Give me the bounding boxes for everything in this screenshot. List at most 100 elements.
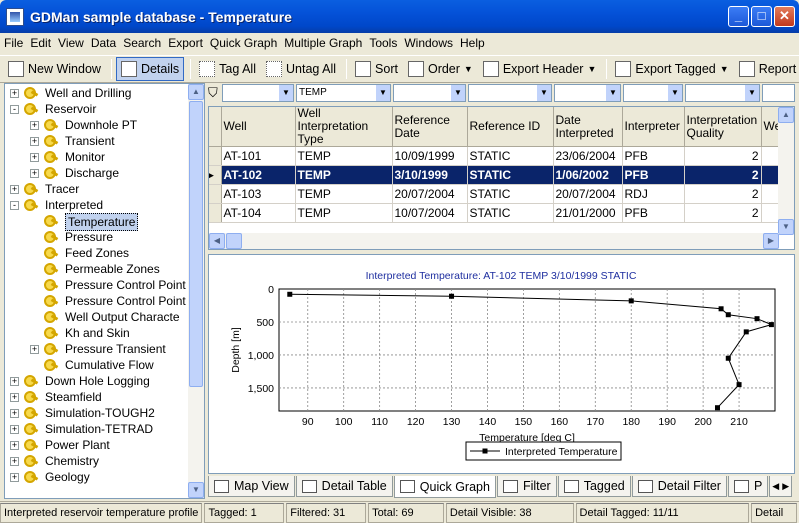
tab-quick-graph[interactable]: Quick Graph bbox=[393, 476, 496, 498]
tab-p[interactable]: P bbox=[727, 476, 769, 497]
dropdown-arrow-icon[interactable]: ▼ bbox=[279, 85, 293, 101]
tree-item[interactable]: + Tracer bbox=[5, 181, 189, 197]
table-row[interactable]: AT-104 TEMP 10/07/2004 STATIC 21/01/2000 PFB 2 bbox=[209, 203, 792, 223]
untag-all-button[interactable]: Untag All bbox=[262, 57, 340, 81]
table-row[interactable]: ▸ AT-102 TEMP 3/10/1999 STATIC 1/06/2002 PFB 2 bbox=[209, 165, 792, 185]
col-header-date[interactable]: Date Interpreted bbox=[553, 107, 623, 147]
scroll-up-icon[interactable]: ▲ bbox=[188, 84, 204, 100]
menu-view[interactable]: View bbox=[58, 36, 84, 50]
tree-item[interactable]: + Monitor bbox=[5, 149, 189, 165]
tree-item[interactable]: Pressure Control Point bbox=[5, 277, 189, 293]
menu-help[interactable]: Help bbox=[460, 36, 485, 50]
filter-date-field[interactable]: ▼ bbox=[554, 84, 621, 102]
filter-extra-field[interactable] bbox=[762, 84, 795, 102]
tab-scroll-left-icon[interactable]: ◀ bbox=[772, 481, 779, 492]
tree-item[interactable]: + Power Plant bbox=[5, 437, 189, 453]
col-header-type[interactable]: Well Interpretation Type bbox=[295, 107, 393, 147]
tree-item[interactable]: + Pressure Transient bbox=[5, 341, 189, 357]
expand-icon[interactable]: + bbox=[10, 393, 19, 402]
filter-refid-field[interactable]: ▼ bbox=[468, 84, 552, 102]
grid-vscrollbar[interactable]: ▲ ▼ bbox=[778, 107, 794, 235]
expand-icon[interactable]: + bbox=[10, 185, 19, 194]
col-header-refid[interactable]: Reference ID bbox=[467, 107, 554, 147]
col-header-refdate[interactable]: Reference Date bbox=[392, 107, 468, 147]
sort-button[interactable]: Sort bbox=[351, 57, 402, 81]
minimize-button[interactable]: _ bbox=[728, 6, 749, 27]
tree-item[interactable]: Feed Zones bbox=[5, 245, 189, 261]
new-window-button[interactable]: New Window bbox=[4, 57, 105, 81]
tab-detail-table[interactable]: Detail Table bbox=[295, 476, 393, 497]
scroll-thumb[interactable] bbox=[189, 101, 203, 387]
grid-hscrollbar[interactable]: ◀ ▶ bbox=[209, 233, 779, 249]
export-tagged-dropdown-icon[interactable]: ▼ bbox=[720, 64, 729, 74]
dropdown-arrow-icon[interactable]: ▼ bbox=[668, 85, 682, 101]
scroll-down-icon[interactable]: ▼ bbox=[778, 219, 794, 235]
dropdown-arrow-icon[interactable]: ▼ bbox=[451, 85, 465, 101]
row-header[interactable] bbox=[209, 203, 222, 223]
collapse-icon[interactable]: - bbox=[10, 105, 19, 114]
collapse-icon[interactable]: - bbox=[10, 201, 19, 210]
tree-scrollbar[interactable]: ▲ ▼ bbox=[188, 84, 204, 498]
tag-all-button[interactable]: Tag All bbox=[195, 57, 260, 81]
tree-item[interactable]: Permeable Zones bbox=[5, 261, 189, 277]
tree-item[interactable]: Cumulative Flow bbox=[5, 357, 189, 373]
col-header-interpreter[interactable]: Interpreter bbox=[622, 107, 685, 147]
expand-icon[interactable]: + bbox=[10, 377, 19, 386]
tab-scroll-buttons[interactable]: ◀ ▶ bbox=[769, 476, 793, 497]
tree-item[interactable]: + Well and Drilling bbox=[5, 85, 189, 101]
tree-item[interactable]: Temperature bbox=[5, 213, 189, 231]
scroll-down-icon[interactable]: ▼ bbox=[188, 482, 204, 498]
row-header[interactable] bbox=[209, 184, 222, 204]
tab-detail-filter[interactable]: Detail Filter bbox=[631, 476, 727, 497]
expand-icon[interactable]: + bbox=[30, 345, 39, 354]
expand-icon[interactable]: + bbox=[10, 441, 19, 450]
col-header-quality[interactable]: Interpretation Quality bbox=[684, 107, 762, 147]
report-button[interactable]: Report bbox=[735, 57, 799, 81]
close-button[interactable]: ✕ bbox=[774, 6, 795, 27]
dropdown-arrow-icon[interactable]: ▼ bbox=[537, 85, 551, 101]
table-row[interactable]: AT-101 TEMP 10/09/1999 STATIC 23/06/2004 PFB 2 bbox=[209, 146, 792, 166]
expand-icon[interactable]: + bbox=[10, 473, 19, 482]
table-row[interactable]: AT-103 TEMP 20/07/2004 STATIC 20/07/2004 RDJ 2 bbox=[209, 184, 792, 204]
row-header[interactable] bbox=[209, 146, 222, 166]
maximize-button[interactable]: □ bbox=[751, 6, 772, 27]
tree-item[interactable]: + Steamfield bbox=[5, 389, 189, 405]
tree-item[interactable]: + Simulation-TOUGH2 bbox=[5, 405, 189, 421]
menu-data[interactable]: Data bbox=[91, 36, 116, 50]
tab-tagged[interactable]: Tagged bbox=[557, 476, 631, 497]
filter-icon[interactable]: ⛉ bbox=[208, 85, 222, 101]
tree-item[interactable]: + Chemistry bbox=[5, 453, 189, 469]
expand-icon[interactable]: + bbox=[30, 169, 39, 178]
tab-map-view[interactable]: Map View bbox=[208, 476, 295, 497]
filter-refdate-field[interactable]: ▼ bbox=[393, 84, 466, 102]
export-tagged-button[interactable]: Export Tagged ▼ bbox=[611, 57, 732, 81]
tab-filter[interactable]: Filter bbox=[496, 476, 557, 497]
filter-quality-field[interactable]: ▼ bbox=[685, 84, 760, 102]
scroll-right-icon[interactable]: ▶ bbox=[763, 233, 779, 249]
scroll-up-icon[interactable]: ▲ bbox=[778, 107, 794, 123]
details-button[interactable]: Details bbox=[115, 57, 185, 81]
dropdown-arrow-icon[interactable]: ▼ bbox=[376, 85, 390, 101]
expand-icon[interactable]: + bbox=[10, 89, 19, 98]
col-header-well[interactable]: Well bbox=[221, 107, 296, 147]
scroll-thumb[interactable] bbox=[226, 233, 242, 249]
menu-edit[interactable]: Edit bbox=[30, 36, 51, 50]
row-header[interactable]: ▸ bbox=[209, 165, 222, 185]
tab-scroll-right-icon[interactable]: ▶ bbox=[782, 481, 789, 492]
menu-search[interactable]: Search bbox=[123, 36, 161, 50]
tree-item[interactable]: Pressure Control Point bbox=[5, 293, 189, 309]
expand-icon[interactable]: + bbox=[10, 457, 19, 466]
tree-item[interactable]: + Down Hole Logging bbox=[5, 373, 189, 389]
tree-item[interactable]: - Interpreted bbox=[5, 197, 189, 213]
filter-type-field[interactable]: TEMP ▼ bbox=[296, 84, 391, 102]
tree-item[interactable]: Well Output Characte bbox=[5, 309, 189, 325]
menu-windows[interactable]: Windows bbox=[404, 36, 453, 50]
dropdown-arrow-icon[interactable]: ▼ bbox=[745, 85, 759, 101]
order-dropdown-icon[interactable]: ▼ bbox=[464, 64, 473, 74]
expand-icon[interactable]: + bbox=[10, 409, 19, 418]
tree-item[interactable]: + Discharge bbox=[5, 165, 189, 181]
filter-interpreter-field[interactable]: ▼ bbox=[623, 84, 683, 102]
menu-quick-graph[interactable]: Quick Graph bbox=[210, 36, 277, 50]
tree-item[interactable]: Kh and Skin bbox=[5, 325, 189, 341]
scroll-left-icon[interactable]: ◀ bbox=[209, 233, 225, 249]
